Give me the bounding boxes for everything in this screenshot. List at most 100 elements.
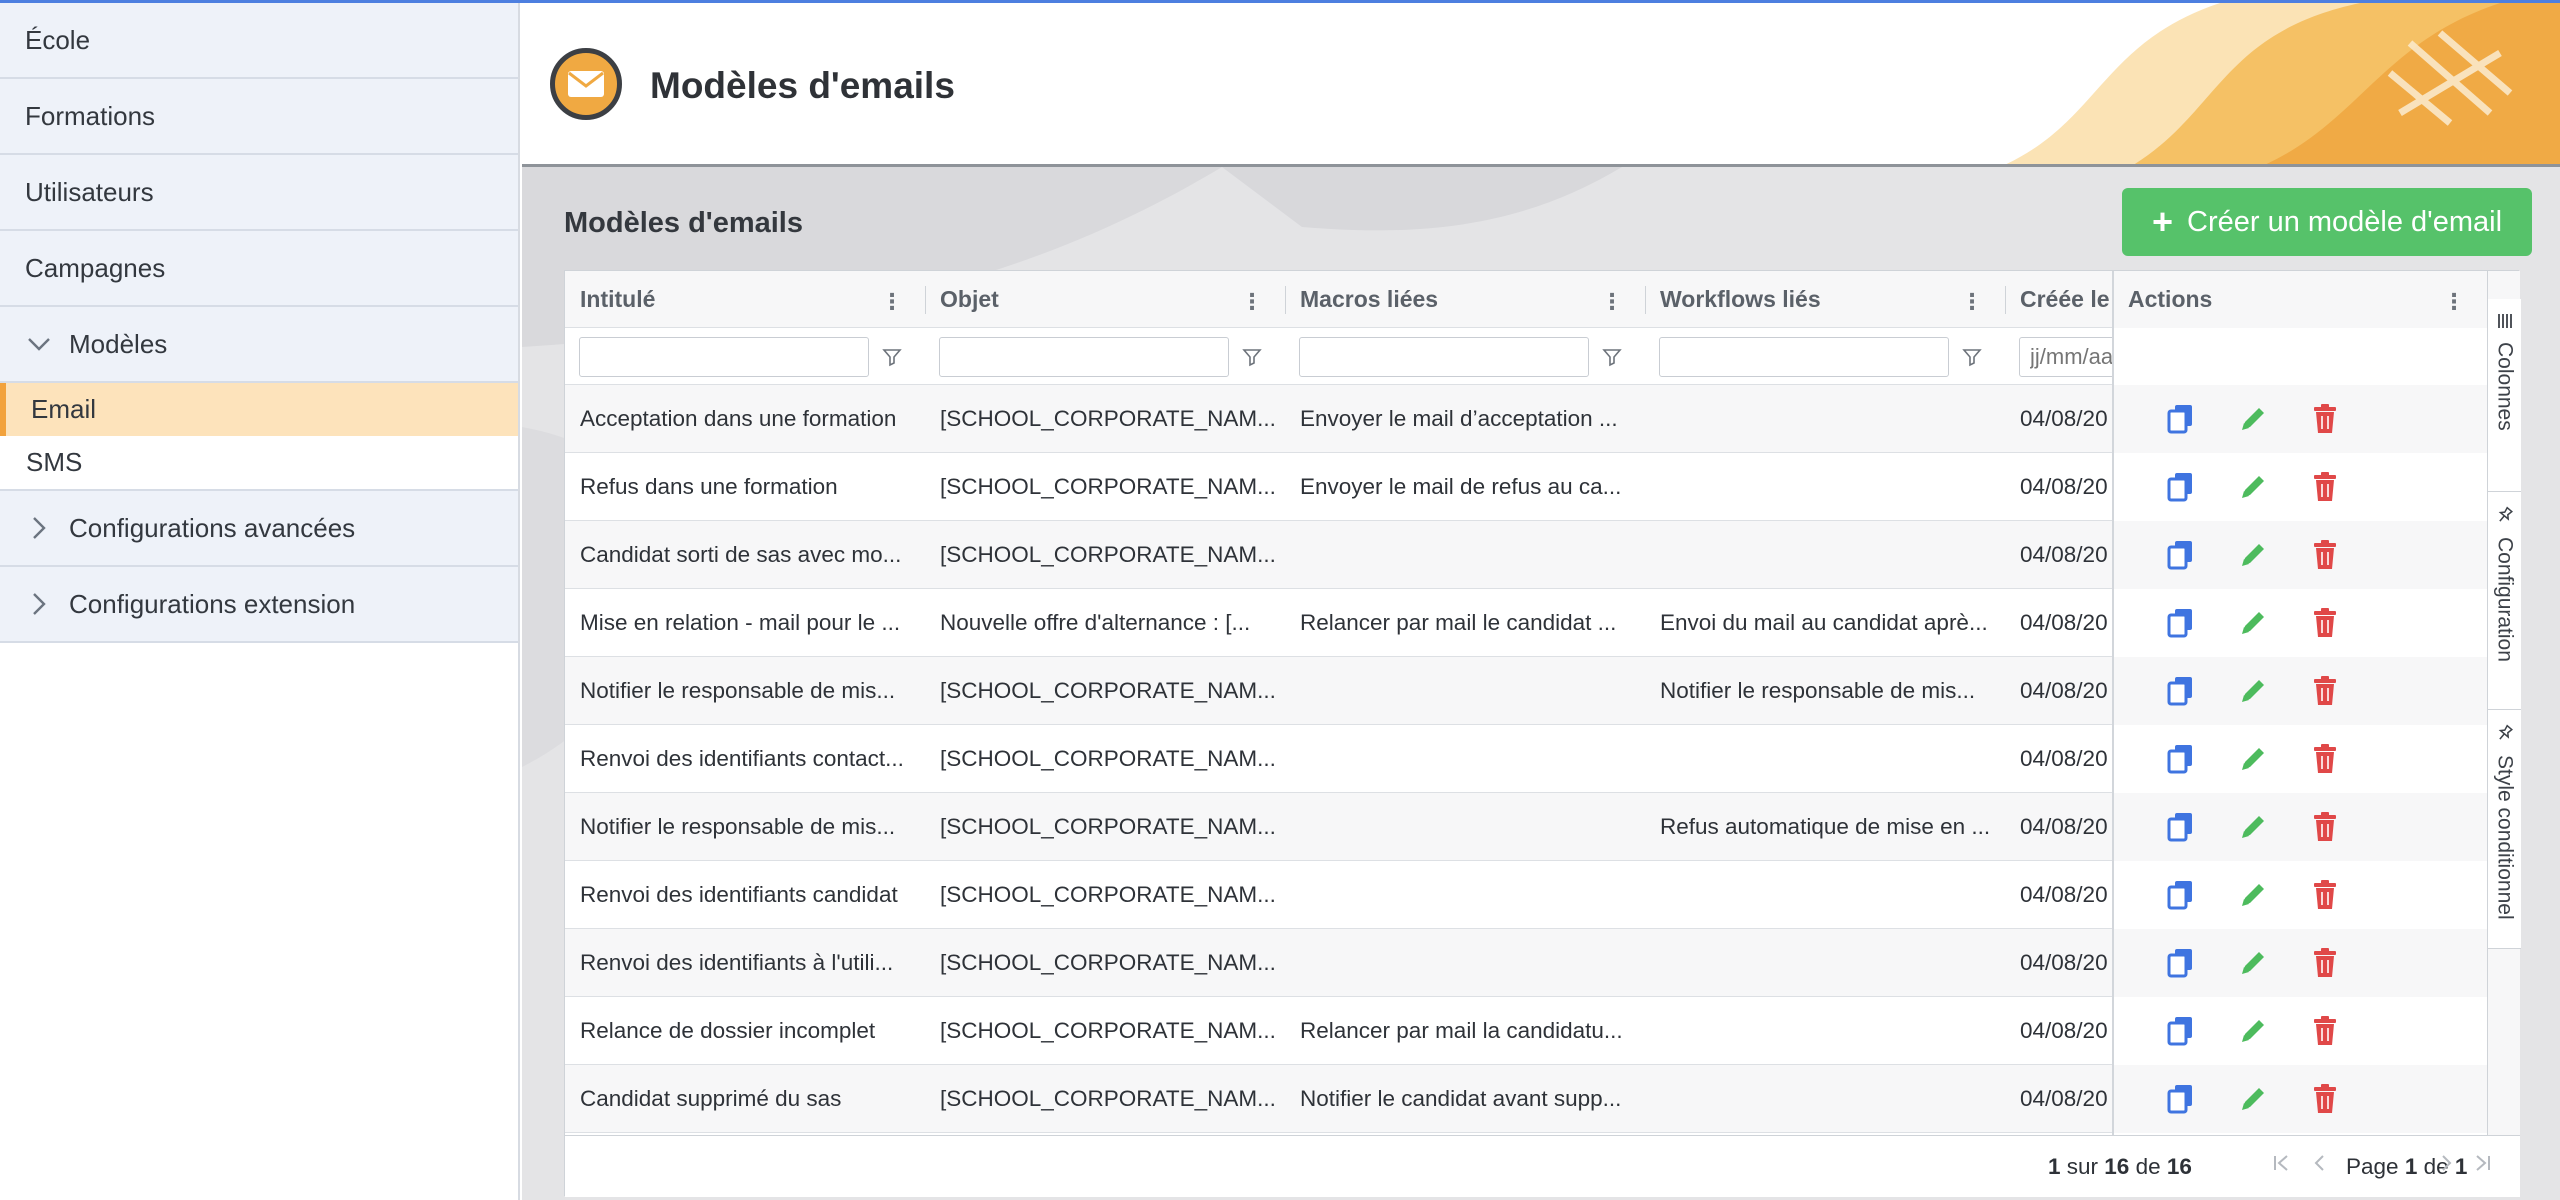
sidebar-item-campagnes[interactable]: Campagnes bbox=[0, 231, 518, 307]
cell-workflows[interactable] bbox=[1645, 1065, 2005, 1133]
table-row[interactable]: Mise en relation - mail pour le ... Nouve… bbox=[565, 589, 2487, 657]
duplicate-icon[interactable] bbox=[2163, 469, 2199, 505]
cell-intitule[interactable]: Acceptation dans une formation bbox=[565, 385, 925, 453]
edit-icon[interactable] bbox=[2235, 945, 2271, 981]
cell-intitule[interactable]: Refus dans une formation bbox=[565, 453, 925, 521]
table-row[interactable]: Renvoi des identifiants à l'utili... [SCH… bbox=[565, 929, 2487, 997]
filter-input-intitule[interactable] bbox=[579, 336, 869, 377]
cell-intitule[interactable]: Relance de dossier incomplet bbox=[565, 997, 925, 1065]
cell-macros[interactable]: Envoyer le mail d’acceptation ... bbox=[1285, 385, 1645, 453]
cell-objet[interactable]: [SCHOOL_CORPORATE_NAM... bbox=[925, 725, 1285, 793]
duplicate-icon[interactable] bbox=[2163, 401, 2199, 437]
cell-objet[interactable]: [SCHOOL_CORPORATE_NAM... bbox=[925, 793, 1285, 861]
cell-objet[interactable]: [SCHOOL_CORPORATE_NAM... bbox=[925, 997, 1285, 1065]
cell-date[interactable]: 04/08/20 bbox=[2005, 997, 2113, 1065]
edit-icon[interactable] bbox=[2235, 605, 2271, 641]
cell-objet[interactable]: [SCHOOL_CORPORATE_NAM... bbox=[925, 861, 1285, 929]
cell-macros[interactable] bbox=[1285, 521, 1645, 589]
table-row[interactable]: Refus dans une formation [SCHOOL_CORPORAT… bbox=[565, 453, 2487, 521]
delete-icon[interactable] bbox=[2307, 877, 2343, 913]
cell-workflows[interactable]: Refus automatique de mise en ... bbox=[1645, 793, 2005, 861]
sidebar-item-email[interactable]: Email bbox=[0, 383, 518, 436]
delete-icon[interactable] bbox=[2307, 469, 2343, 505]
cell-objet[interactable]: [SCHOOL_CORPORATE_NAM... bbox=[925, 1065, 1285, 1133]
cell-workflows[interactable] bbox=[1645, 929, 2005, 997]
duplicate-icon[interactable] bbox=[2163, 1013, 2199, 1049]
sidebar-item-ecole[interactable]: École bbox=[0, 3, 518, 79]
column-menu-icon[interactable]: ⋮ bbox=[1961, 289, 1983, 315]
edit-icon[interactable] bbox=[2235, 1081, 2271, 1117]
table-row[interactable]: Notifier le responsable de mis... [SCHOOL… bbox=[565, 793, 2487, 861]
delete-icon[interactable] bbox=[2307, 537, 2343, 573]
edit-icon[interactable] bbox=[2235, 469, 2271, 505]
edit-icon[interactable] bbox=[2235, 673, 2271, 709]
side-tab-style-conditionnel[interactable]: Style conditionnel bbox=[2488, 710, 2521, 949]
duplicate-icon[interactable] bbox=[2163, 877, 2199, 913]
duplicate-icon[interactable] bbox=[2163, 605, 2199, 641]
cell-macros[interactable] bbox=[1285, 929, 1645, 997]
first-page-icon[interactable] bbox=[2271, 1152, 2293, 1181]
edit-icon[interactable] bbox=[2235, 741, 2271, 777]
column-menu-icon[interactable]: ⋮ bbox=[2443, 289, 2465, 315]
duplicate-icon[interactable] bbox=[2163, 673, 2199, 709]
cell-intitule[interactable]: Candidat supprimé du sas bbox=[565, 1065, 925, 1133]
cell-intitule[interactable]: Notifier le responsable de mis... bbox=[565, 793, 925, 861]
column-menu-icon[interactable]: ⋮ bbox=[1601, 289, 1623, 315]
table-row[interactable]: Candidat sorti de sas avec mo... [SCHOOL_… bbox=[565, 521, 2487, 589]
cell-macros[interactable]: Envoyer le mail de refus au ca... bbox=[1285, 453, 1645, 521]
cell-intitule[interactable]: Notifier le responsable de mis... bbox=[565, 657, 925, 725]
column-header-macros[interactable]: Macros liées ⋮ bbox=[1285, 271, 1645, 328]
filter-icon[interactable] bbox=[1241, 346, 1263, 368]
cell-date[interactable]: 04/08/20 bbox=[2005, 453, 2113, 521]
column-header-intitule[interactable]: Intitulé ⋮ bbox=[565, 271, 925, 328]
cell-objet[interactable]: [SCHOOL_CORPORATE_NAM... bbox=[925, 453, 1285, 521]
table-row[interactable]: Relance de dossier incomplet [SCHOOL_CORP… bbox=[565, 997, 2487, 1065]
cell-workflows[interactable] bbox=[1645, 997, 2005, 1065]
cell-macros[interactable] bbox=[1285, 793, 1645, 861]
cell-date[interactable]: 04/08/20 bbox=[2005, 725, 2113, 793]
table-row[interactable]: Candidat supprimé du sas [SCHOOL_CORPORAT… bbox=[565, 1065, 2487, 1133]
delete-icon[interactable] bbox=[2307, 401, 2343, 437]
table-row[interactable]: Renvoi des identifiants candidat [SCHOOL_… bbox=[565, 861, 2487, 929]
sidebar-group-configurations-avancees[interactable]: Configurations avancées bbox=[0, 491, 518, 567]
delete-icon[interactable] bbox=[2307, 741, 2343, 777]
cell-date[interactable]: 04/08/20 bbox=[2005, 1065, 2113, 1133]
create-email-template-button[interactable]: + Créer un modèle d'email bbox=[2122, 188, 2532, 256]
edit-icon[interactable] bbox=[2235, 877, 2271, 913]
cell-objet[interactable]: [SCHOOL_CORPORATE_NAM... bbox=[925, 521, 1285, 589]
cell-workflows[interactable]: Notifier le responsable de mis... bbox=[1645, 657, 2005, 725]
table-row[interactable]: Renvoi des identifiants contact... [SCHOO… bbox=[565, 725, 2487, 793]
cell-macros[interactable] bbox=[1285, 657, 1645, 725]
sidebar-group-modeles[interactable]: Modèles bbox=[0, 307, 518, 383]
cell-objet[interactable]: [SCHOOL_CORPORATE_NAM... bbox=[925, 657, 1285, 725]
cell-workflows[interactable] bbox=[1645, 453, 2005, 521]
column-header-objet[interactable]: Objet ⋮ bbox=[925, 271, 1285, 328]
delete-icon[interactable] bbox=[2307, 1013, 2343, 1049]
duplicate-icon[interactable] bbox=[2163, 741, 2199, 777]
cell-macros[interactable] bbox=[1285, 861, 1645, 929]
cell-macros[interactable]: Relancer par mail le candidat ... bbox=[1285, 589, 1645, 657]
column-menu-icon[interactable]: ⋮ bbox=[881, 289, 903, 315]
filter-input-workflows[interactable] bbox=[1659, 336, 1949, 377]
cell-date[interactable]: 04/08/20 bbox=[2005, 589, 2113, 657]
cell-objet[interactable]: [SCHOOL_CORPORATE_NAM... bbox=[925, 929, 1285, 997]
cell-date[interactable]: 04/08/20 bbox=[2005, 793, 2113, 861]
cell-date[interactable]: 04/08/20 bbox=[2005, 657, 2113, 725]
table-row[interactable]: Acceptation dans une formation [SCHOOL_CO… bbox=[565, 385, 2487, 453]
filter-input-macros[interactable] bbox=[1299, 336, 1589, 377]
edit-icon[interactable] bbox=[2235, 809, 2271, 845]
duplicate-icon[interactable] bbox=[2163, 809, 2199, 845]
cell-intitule[interactable]: Renvoi des identifiants contact... bbox=[565, 725, 925, 793]
cell-date[interactable]: 04/08/20 bbox=[2005, 521, 2113, 589]
filter-icon[interactable] bbox=[1961, 346, 1983, 368]
previous-page-icon[interactable] bbox=[2309, 1152, 2331, 1181]
column-menu-icon[interactable]: ⋮ bbox=[1241, 289, 1263, 315]
delete-icon[interactable] bbox=[2307, 945, 2343, 981]
sidebar-item-formations[interactable]: Formations bbox=[0, 79, 518, 155]
delete-icon[interactable] bbox=[2307, 673, 2343, 709]
cell-objet[interactable]: Nouvelle offre d'alternance : [... bbox=[925, 589, 1285, 657]
sidebar-item-utilisateurs[interactable]: Utilisateurs bbox=[0, 155, 518, 231]
cell-intitule[interactable]: Renvoi des identifiants candidat bbox=[565, 861, 925, 929]
column-header-date[interactable]: Créée le bbox=[2005, 271, 2113, 328]
cell-date[interactable]: 04/08/20 bbox=[2005, 385, 2113, 453]
